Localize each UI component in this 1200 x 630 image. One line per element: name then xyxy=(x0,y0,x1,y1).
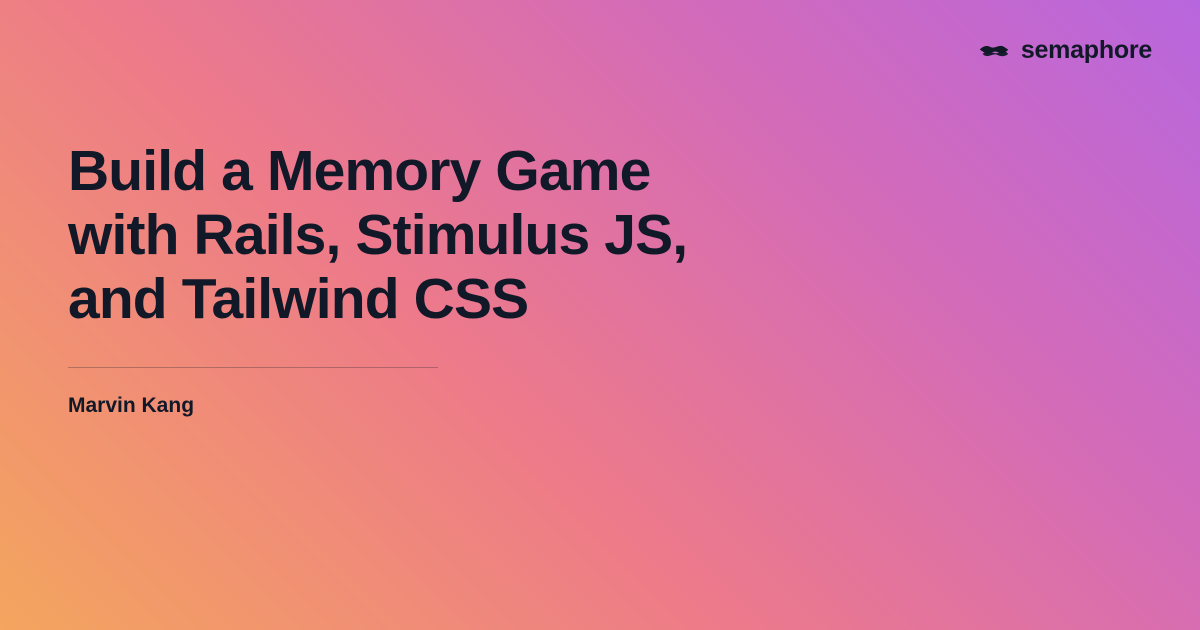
post-author: Marvin Kang xyxy=(68,394,748,418)
semaphore-icon xyxy=(977,39,1011,63)
brand-logo: semaphore xyxy=(977,36,1152,65)
post-title: Build a Memory Game with Rails, Stimulus… xyxy=(68,140,748,331)
social-card: semaphore Build a Memory Game with Rails… xyxy=(0,0,1200,630)
brand-name: semaphore xyxy=(1021,36,1152,65)
content-block: Build a Memory Game with Rails, Stimulus… xyxy=(68,140,748,418)
divider xyxy=(68,367,438,368)
